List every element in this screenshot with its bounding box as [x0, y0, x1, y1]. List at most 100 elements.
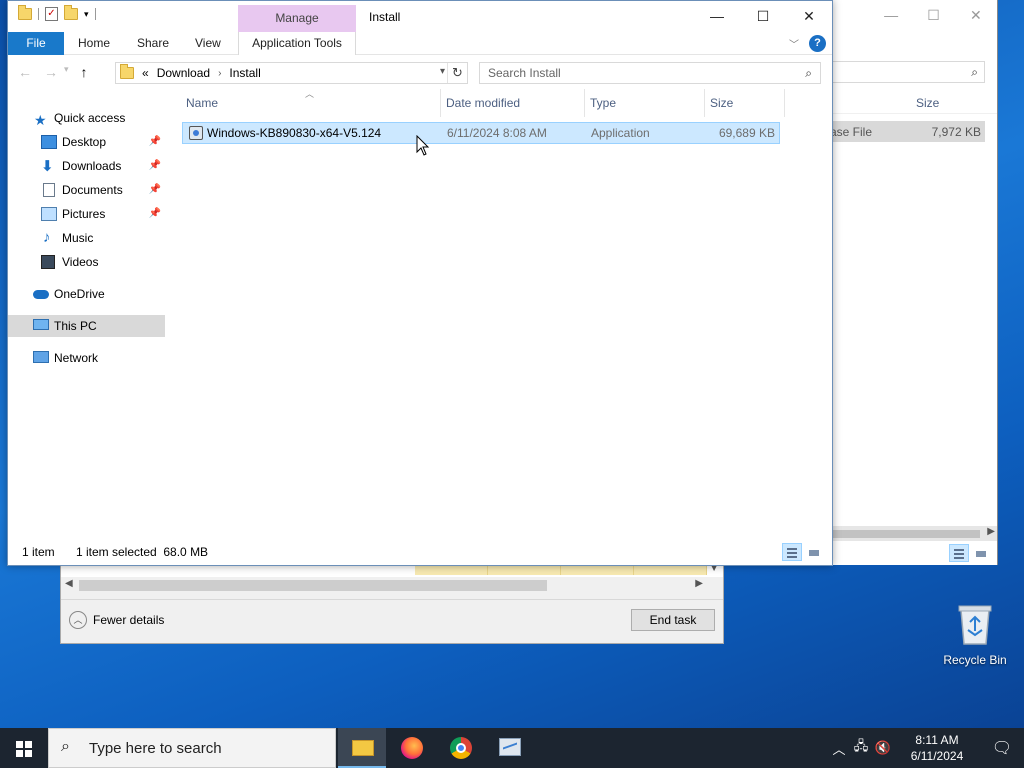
- picture-icon: [41, 207, 57, 221]
- sidebar-item-onedrive[interactable]: OneDrive: [8, 283, 165, 305]
- network-status-icon[interactable]: 🖧: [850, 737, 872, 759]
- maximize-icon[interactable]: ☐: [912, 4, 954, 26]
- minimize-icon[interactable]: —: [694, 1, 740, 31]
- notification-icon[interactable]: 🗨: [980, 738, 1024, 758]
- back-arrow-icon[interactable]: ←: [18, 64, 32, 80]
- music-note-icon: ♪: [43, 229, 51, 246]
- column-header: Name Date modified Type Size: [182, 89, 785, 117]
- column-name[interactable]: Name: [186, 96, 218, 110]
- bg-file-type: ase File: [830, 125, 873, 139]
- taskbar-chrome[interactable]: [436, 728, 484, 768]
- forward-arrow-icon[interactable]: →: [44, 64, 58, 80]
- bg-file-size: 7,972 KB: [931, 125, 981, 139]
- tab-view[interactable]: View: [195, 32, 221, 55]
- recycle-bin-shortcut[interactable]: Recycle Bin: [940, 600, 1010, 667]
- chevron-down-icon[interactable]: ▾: [440, 66, 445, 77]
- navigation-buttons: ← → ▾ ↑: [18, 64, 88, 80]
- sidebar-item-pictures[interactable]: Pictures 📌: [8, 203, 165, 225]
- end-task-button[interactable]: End task: [631, 609, 715, 631]
- divider: [704, 89, 705, 117]
- start-button[interactable]: [0, 728, 48, 768]
- taskbar-task-manager[interactable]: [485, 728, 533, 768]
- title-bar[interactable]: ✓ ▾ Manage Install — ☐ ✕: [8, 1, 832, 32]
- sidebar-item-label: Videos: [62, 255, 99, 269]
- taskbar-search-input[interactable]: ⌕ Type here to search: [48, 728, 336, 768]
- item-count: 1 item: [22, 545, 55, 559]
- column-size[interactable]: Size: [710, 96, 733, 110]
- minimize-icon[interactable]: —: [870, 4, 912, 26]
- divider: [440, 89, 441, 117]
- computer-icon: [33, 319, 49, 330]
- tab-home[interactable]: Home: [78, 32, 110, 55]
- file-name[interactable]: Windows-KB890830-x64-V5.124: [207, 126, 381, 140]
- window-title: Install: [369, 10, 401, 24]
- scroll-right-icon[interactable]: ▶: [987, 526, 995, 537]
- background-explorer-window[interactable]: — ☐ ✕ ⌕ Size ase File 7,972 KB ▶: [820, 0, 998, 565]
- scroll-thumb[interactable]: [79, 580, 547, 591]
- breadcrumb-download[interactable]: Download: [157, 66, 210, 80]
- taskbar-firefox[interactable]: [387, 728, 435, 768]
- navigation-row: ← → ▾ ↑ « Download › Install ▾ ↻ Search …: [8, 62, 832, 84]
- sidebar-item-network[interactable]: Network: [8, 347, 165, 369]
- scroll-left-icon[interactable]: ◀: [65, 578, 73, 589]
- clock[interactable]: 8:11 AM 6/11/2024: [894, 732, 980, 764]
- tab-file[interactable]: File: [8, 32, 64, 55]
- properties-icon[interactable]: ✓: [45, 7, 58, 21]
- sidebar-item-this-pc[interactable]: This PC: [8, 315, 165, 337]
- bg-file-row[interactable]: ase File 7,972 KB: [830, 121, 985, 142]
- address-bar[interactable]: « Download › Install ▾ ↻: [115, 62, 468, 84]
- close-icon[interactable]: ✕: [786, 1, 832, 31]
- bg-horizontal-scrollbar[interactable]: ▶: [830, 526, 997, 541]
- up-arrow-icon[interactable]: ↑: [81, 64, 88, 80]
- tab-share[interactable]: Share: [137, 32, 169, 55]
- show-hidden-icons-icon[interactable]: ︿: [828, 739, 850, 758]
- column-date-modified[interactable]: Date modified: [446, 96, 520, 110]
- explorer-window[interactable]: ✓ ▾ Manage Install — ☐ ✕ File Home Share…: [7, 0, 833, 566]
- fewer-details-button[interactable]: ︿ Fewer details: [69, 611, 164, 629]
- pin-icon: 📌: [148, 208, 161, 219]
- sidebar-item-videos[interactable]: Videos: [8, 251, 165, 273]
- breadcrumb-overflow[interactable]: «: [142, 66, 149, 80]
- file-list[interactable]: ︿ Name Date modified Type Size Windows-K…: [182, 89, 832, 529]
- divider: [61, 599, 723, 600]
- chevron-right-icon[interactable]: ›: [218, 68, 221, 79]
- bg-search-input[interactable]: ⌕: [830, 61, 985, 83]
- maximize-icon[interactable]: ☐: [740, 1, 786, 31]
- breadcrumb-install[interactable]: Install: [229, 66, 260, 80]
- manage-context-tab[interactable]: Manage: [238, 5, 356, 32]
- file-type: Application: [591, 126, 650, 140]
- bg-size-column[interactable]: Size: [916, 96, 939, 110]
- details-view-icon[interactable]: [782, 543, 802, 561]
- sidebar-item-desktop[interactable]: Desktop 📌: [8, 131, 165, 153]
- taskbar-file-explorer[interactable]: [338, 728, 386, 768]
- ribbon-controls: ﹀ ?: [789, 35, 826, 52]
- scroll-right-icon[interactable]: ▶: [695, 578, 703, 589]
- search-input[interactable]: Search Install ⌕: [479, 62, 821, 84]
- refresh-icon[interactable]: ↻: [447, 63, 467, 83]
- sidebar-item-quick-access[interactable]: ★ Quick access: [8, 107, 165, 129]
- bg-column-header: Size: [820, 90, 997, 114]
- details-view-icon[interactable]: [949, 544, 969, 562]
- new-folder-icon[interactable]: [64, 5, 78, 20]
- sidebar-item-music[interactable]: ♪ Music: [8, 227, 165, 249]
- large-icons-view-icon[interactable]: [804, 543, 824, 561]
- film-icon: [41, 255, 55, 269]
- volume-muted-icon[interactable]: 🔇: [872, 740, 894, 756]
- recycle-bin-icon: [958, 605, 992, 645]
- tm-horizontal-scrollbar[interactable]: ◀ ▶: [61, 577, 723, 594]
- help-icon[interactable]: ?: [809, 35, 826, 52]
- tab-application-tools[interactable]: Application Tools: [238, 32, 356, 55]
- sidebar-item-downloads[interactable]: ⬇ Downloads 📌: [8, 155, 165, 177]
- file-row[interactable]: Windows-KB890830-x64-V5.124 6/11/2024 8:…: [182, 122, 780, 144]
- column-type[interactable]: Type: [590, 96, 616, 110]
- expand-ribbon-icon[interactable]: ﹀: [789, 36, 799, 51]
- pin-icon: 📌: [148, 184, 161, 195]
- close-icon[interactable]: ✕: [955, 4, 997, 26]
- task-manager-icon: [499, 738, 521, 756]
- network-icon: [33, 351, 49, 363]
- large-icons-view-icon[interactable]: [971, 544, 991, 562]
- sidebar-item-documents[interactable]: Documents 📌: [8, 179, 165, 201]
- recent-locations-icon[interactable]: ▾: [64, 64, 69, 80]
- customize-toolbar-icon[interactable]: ▾: [84, 9, 89, 20]
- scroll-thumb[interactable]: [830, 530, 980, 538]
